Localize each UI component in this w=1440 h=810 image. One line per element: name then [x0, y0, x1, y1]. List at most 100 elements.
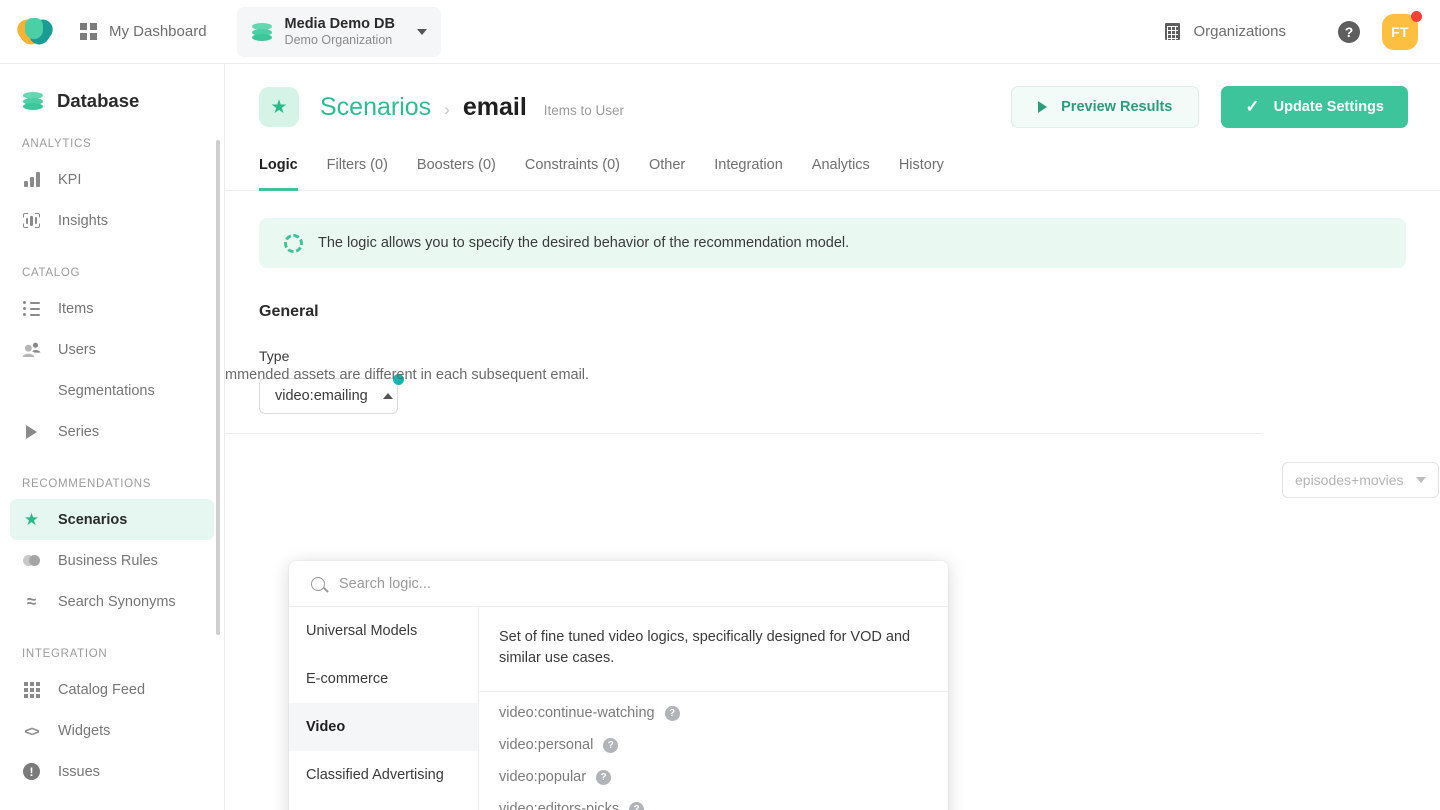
logic-option-label: video:personal: [499, 737, 594, 754]
sidebar-group-recommendations: RECOMMENDATIONS ★ Scenarios Business Rul…: [0, 478, 224, 622]
type-select-value: video:emailing: [275, 388, 368, 404]
sidebar-item-widgets[interactable]: <> Widgets: [10, 710, 214, 751]
app-logo[interactable]: [0, 15, 72, 48]
category-e-commerce[interactable]: E-commerce: [289, 655, 478, 703]
sidebar-item-label: Users: [58, 341, 96, 358]
sidebar-item-label: Business Rules: [58, 552, 158, 569]
preview-results-button[interactable]: Preview Results: [1011, 86, 1200, 128]
app-root: My Dashboard Media Demo DB Demo Organiza…: [0, 0, 1440, 810]
logic-option-video-popular[interactable]: video:popular ?: [479, 761, 948, 793]
category-video[interactable]: Video: [289, 703, 478, 751]
organizations-link[interactable]: Organizations: [1165, 23, 1286, 40]
category-universal-models[interactable]: Universal Models: [289, 607, 478, 655]
logic-description-text: mmended assets are different in each sub…: [225, 367, 590, 383]
sidebar-header: Database: [0, 64, 224, 112]
logic-option-video-editors-picks[interactable]: video:editors-picks ?: [479, 793, 948, 810]
info-banner-text: The logic allows you to specify the desi…: [318, 235, 850, 251]
star-icon: ★: [23, 510, 40, 529]
preview-results-label: Preview Results: [1061, 99, 1173, 115]
my-dashboard-label: My Dashboard: [109, 23, 207, 40]
dots-grid-icon: [22, 680, 41, 699]
sidebar-title: Database: [57, 90, 140, 111]
sidebar: Database ANALYTICS KPI Insights CATALOG: [0, 64, 225, 810]
rules-icon: [22, 551, 41, 570]
chevron-down-icon: [1416, 477, 1426, 483]
logic-options-column: Set of fine tuned video logics, specific…: [479, 607, 948, 810]
page-title: email: [462, 92, 527, 121]
tab-filters[interactable]: Filters (0): [327, 157, 388, 191]
sidebar-item-scenarios[interactable]: ★ Scenarios: [10, 499, 214, 540]
sidebar-item-label: Insights: [58, 212, 108, 229]
sidebar-item-business-rules[interactable]: Business Rules: [10, 540, 214, 581]
scenario-badge: ★: [259, 87, 299, 127]
tab-analytics[interactable]: Analytics: [812, 157, 870, 191]
help-icon[interactable]: ?: [603, 737, 619, 753]
sidebar-item-label: KPI: [58, 171, 82, 188]
help-icon[interactable]: ?: [1338, 20, 1360, 43]
category-news[interactable]: News: [289, 799, 478, 810]
exclamation-icon: !: [22, 762, 41, 781]
tab-bar: Logic Filters (0) Boosters (0) Constrain…: [225, 157, 1440, 191]
my-dashboard-link[interactable]: My Dashboard: [72, 12, 215, 52]
help-icon[interactable]: ?: [629, 801, 645, 810]
sidebar-item-label: Catalog Feed: [58, 681, 146, 698]
category-classified-advertising[interactable]: Classified Advertising: [289, 751, 478, 799]
episodes-movies-select[interactable]: episodes+movies: [1282, 462, 1439, 498]
sidebar-item-insights[interactable]: Insights: [10, 200, 214, 241]
info-banner: The logic allows you to specify the desi…: [259, 218, 1406, 268]
play-icon: [1038, 101, 1048, 113]
sidebar-group-label: RECOMMENDATIONS: [22, 478, 152, 490]
help-icon[interactable]: ?: [596, 769, 612, 785]
sidebar-item-catalog-feed[interactable]: Catalog Feed: [10, 669, 214, 710]
sidebar-group-catalog: CATALOG Items Users Segmentations Series: [0, 267, 224, 452]
sidebar-item-segmentations[interactable]: Segmentations: [10, 370, 214, 411]
tab-other[interactable]: Other: [649, 157, 685, 191]
grid-icon: [80, 23, 97, 40]
page-header: ★ Scenarios › email Items to User Previe…: [225, 64, 1440, 128]
logic-option-video-personal[interactable]: video:personal ?: [479, 729, 948, 761]
sidebar-item-series[interactable]: Series: [10, 411, 214, 452]
logic-popup-body: Universal Models E-commerce Video Classi…: [289, 607, 948, 810]
episodes-movies-select-value: episodes+movies: [1295, 472, 1404, 488]
tab-logic[interactable]: Logic: [259, 157, 298, 191]
logic-option-video-continue-watching[interactable]: video:continue-watching ?: [479, 697, 948, 729]
database-organization: Demo Organization: [284, 32, 393, 47]
sidebar-item-label: Search Synonyms: [58, 593, 176, 610]
sidebar-group-label: INTEGRATION: [22, 648, 108, 660]
sidebar-item-issues[interactable]: ! Issues: [10, 751, 214, 792]
wave-icon: ≈: [26, 592, 37, 611]
type-field-label: Type: [259, 348, 290, 364]
breadcrumb-parent[interactable]: Scenarios: [320, 93, 431, 122]
logic-select-popup: Universal Models E-commerce Video Classi…: [289, 561, 948, 810]
tab-constraints[interactable]: Constraints (0): [525, 157, 620, 191]
section-title-general: General: [259, 303, 319, 320]
sidebar-item-label: Items: [58, 300, 94, 317]
logic-option-list: video:continue-watching ? video:personal…: [479, 692, 948, 810]
chevron-up-icon: [382, 393, 393, 399]
sidebar-item-label: Series: [58, 423, 100, 440]
tab-integration[interactable]: Integration: [714, 157, 783, 191]
sidebar-item-users[interactable]: Users: [10, 329, 214, 370]
organizations-label: Organizations: [1193, 23, 1286, 40]
sidebar-item-items[interactable]: Items: [10, 288, 214, 329]
list-icon: [22, 299, 41, 318]
tab-history[interactable]: History: [899, 157, 944, 191]
play-icon: [22, 422, 41, 441]
category-description: Set of fine tuned video logics, specific…: [479, 607, 948, 693]
sidebar-scrollbar[interactable]: [216, 140, 220, 635]
sidebar-group-label: CATALOG: [22, 267, 81, 279]
logic-option-label: video:editors-picks: [499, 801, 620, 810]
database-switcher[interactable]: Media Demo DB Demo Organization: [236, 6, 441, 57]
logic-search-row: [289, 561, 948, 607]
bar-chart-icon: [22, 170, 41, 189]
search-input[interactable]: [339, 575, 926, 592]
update-settings-button[interactable]: ✓ Update Settings: [1221, 86, 1408, 128]
check-icon: ✓: [1245, 97, 1260, 116]
database-name: Media Demo DB: [284, 15, 395, 32]
sidebar-item-kpi[interactable]: KPI: [10, 159, 214, 200]
sidebar-group-label: ANALYTICS: [22, 138, 92, 150]
sidebar-item-search-synonyms[interactable]: ≈ Search Synonyms: [10, 581, 214, 622]
breadcrumb-separator-icon: ›: [444, 99, 450, 119]
help-icon[interactable]: ?: [664, 705, 680, 721]
tab-boosters[interactable]: Boosters (0): [417, 157, 496, 191]
